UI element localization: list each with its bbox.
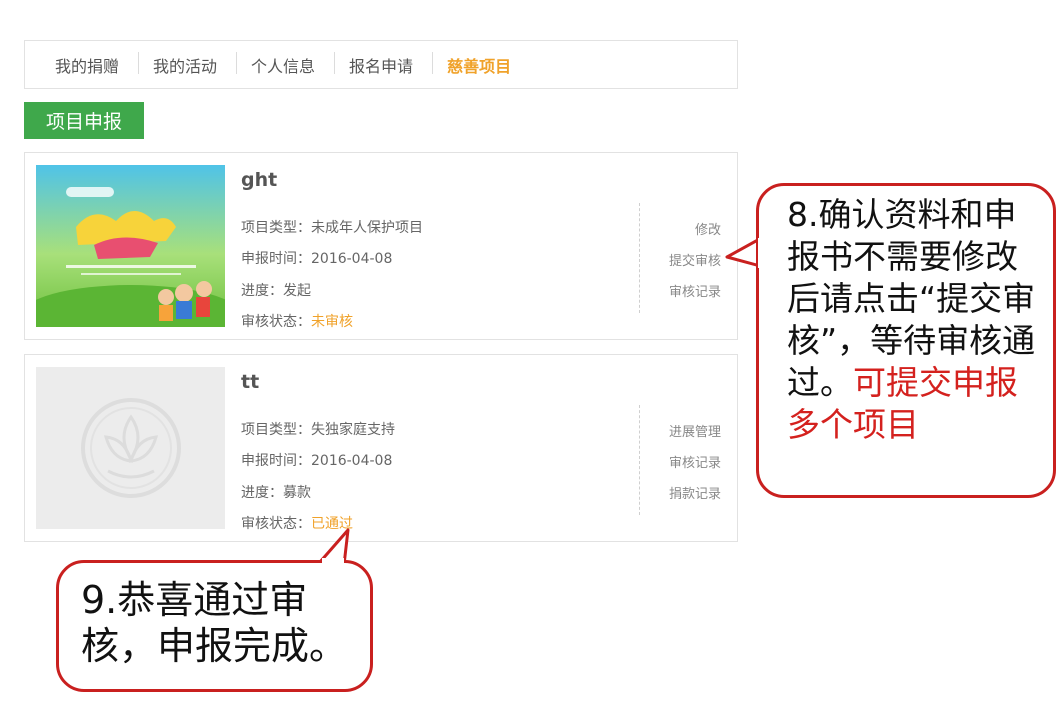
project-thumbnail[interactable]	[36, 367, 225, 529]
project-type: 项目类型：未成年人保护项目	[241, 220, 423, 236]
tail-seam	[322, 558, 344, 564]
tab-registration[interactable]: 报名申请	[334, 51, 435, 77]
project-date: 申报时间：2016-04-08	[241, 453, 393, 469]
project-thumbnail[interactable]	[36, 165, 225, 327]
project-status: 审核状态：未审核	[241, 314, 353, 330]
review-record-link[interactable]: 审核记录	[669, 452, 721, 471]
tab-my-activities[interactable]: 我的活动	[138, 51, 239, 77]
lotus-placeholder-icon	[36, 367, 225, 529]
action-divider	[639, 203, 640, 313]
project-progress: 进度：募款	[241, 485, 311, 501]
project-status: 审核状态：已通过	[241, 516, 353, 532]
edit-link[interactable]: 修改	[695, 219, 721, 238]
project-card: tt 项目类型：失独家庭支持 申报时间：2016-04-08 进度：募款 审核状…	[24, 354, 738, 542]
project-date: 申报时间：2016-04-08	[241, 251, 393, 267]
tab-my-donations[interactable]: 我的捐赠	[43, 53, 141, 77]
review-record-link[interactable]: 审核记录	[669, 281, 721, 300]
tail-seam	[758, 238, 766, 268]
callout-step8: 8.确认资料和申报书不需要修改后请点击“提交审核”，等待审核通过。可提交申报多个…	[756, 183, 1056, 498]
tab-charity-projects[interactable]: 慈善项目	[432, 51, 533, 77]
project-title[interactable]: ght	[241, 169, 277, 191]
project-progress: 进度：发起	[241, 283, 311, 299]
project-card: ght 项目类型：未成年人保护项目 申报时间：2016-04-08 进度：发起 …	[24, 152, 738, 340]
project-type: 项目类型：失独家庭支持	[241, 422, 395, 438]
tab-personal-info[interactable]: 个人信息	[236, 51, 337, 77]
project-title[interactable]: tt	[241, 371, 259, 393]
progress-manage-link[interactable]: 进展管理	[669, 421, 721, 440]
project-image-icon	[36, 165, 225, 327]
nav-tabs: 我的捐赠 我的活动 个人信息 报名申请 慈善项目	[24, 40, 738, 89]
donation-record-link[interactable]: 捐款记录	[669, 483, 721, 502]
submit-review-link[interactable]: 提交审核	[669, 250, 721, 269]
action-divider	[639, 405, 640, 515]
project-apply-button[interactable]: 项目申报	[24, 102, 144, 139]
callout-step9: 9.恭喜通过审核，申报完成。	[56, 560, 373, 692]
